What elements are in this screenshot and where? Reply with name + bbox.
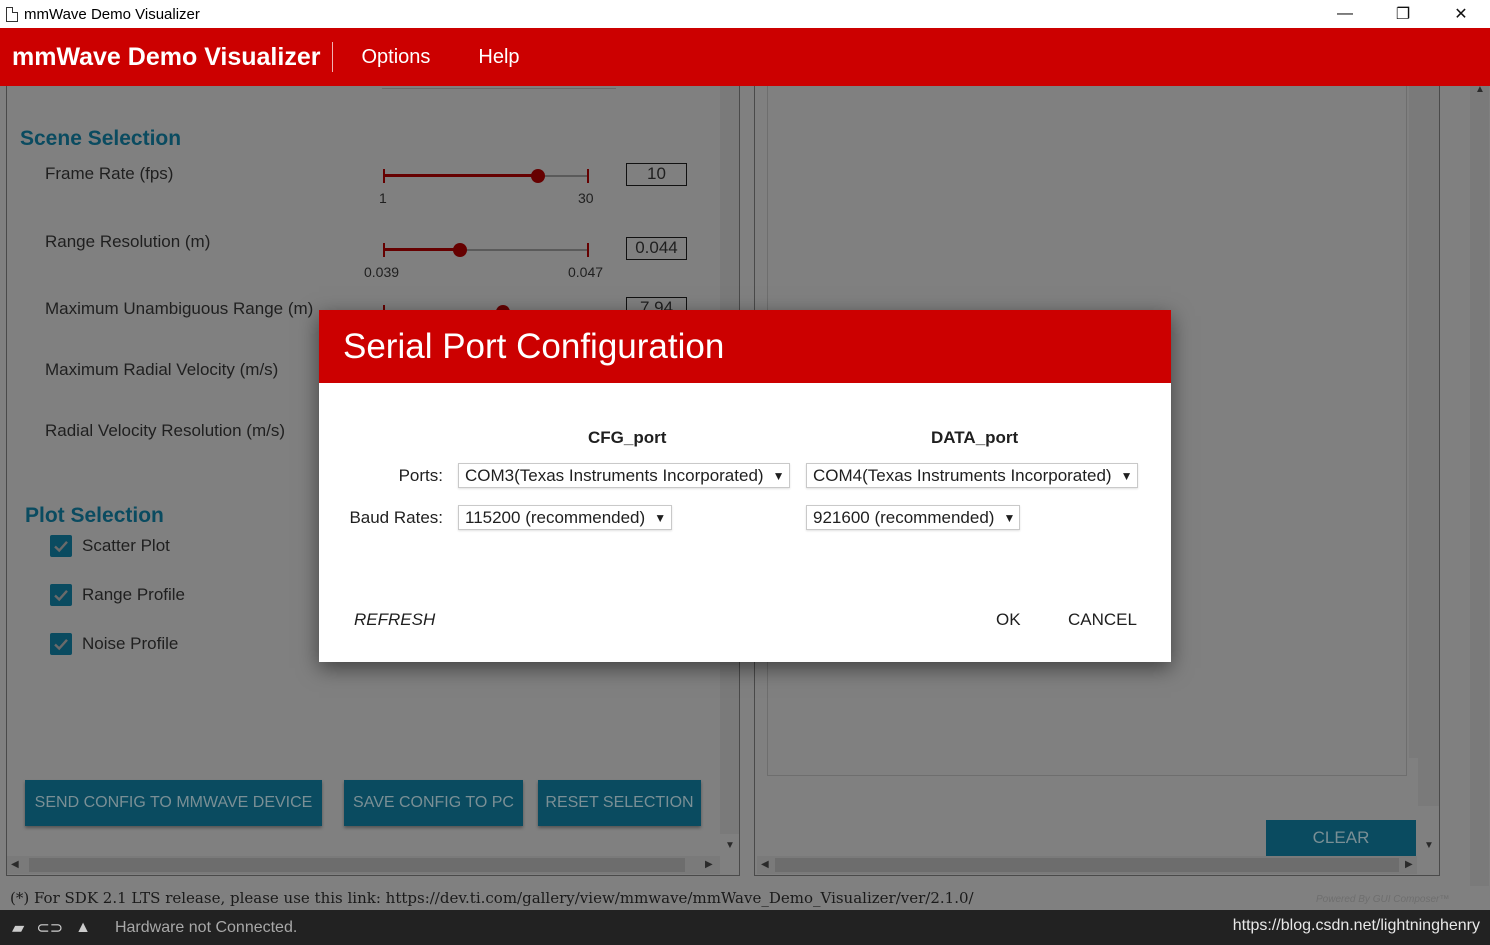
scroll-left-arrow-icon[interactable]: ◀ bbox=[11, 859, 19, 870]
clear-button[interactable]: CLEAR bbox=[1266, 820, 1416, 856]
status-bar: ▰ ⊂⊃ ▲ Hardware not Connected. https://b… bbox=[0, 910, 1490, 945]
range-profile-checkbox[interactable] bbox=[50, 584, 72, 606]
scroll-up-arrow-icon[interactable]: ▲ bbox=[1475, 84, 1485, 95]
scroll-down-arrow-icon[interactable]: ▼ bbox=[1424, 840, 1434, 851]
ok-button[interactable]: OK bbox=[996, 610, 1021, 630]
dialog-header: Serial Port Configuration bbox=[319, 310, 1171, 383]
cfg-port-select[interactable]: COM3(Texas Instruments Incorporated) ▼ bbox=[458, 463, 790, 488]
scroll-thumb[interactable] bbox=[29, 858, 685, 872]
slider-min-tick bbox=[383, 243, 385, 257]
sdk-note: (*) For SDK 2.1 LTS release, please use … bbox=[10, 889, 974, 907]
frame-rate-value[interactable]: 10 bbox=[626, 163, 687, 186]
noise-profile-checkbox[interactable] bbox=[50, 633, 72, 655]
scatter-plot-checkbox[interactable] bbox=[50, 535, 72, 557]
menu-help[interactable]: Help bbox=[478, 46, 519, 69]
noise-profile-option[interactable]: Noise Profile bbox=[50, 633, 178, 655]
range-resolution-slider[interactable] bbox=[383, 242, 589, 258]
save-config-button[interactable]: SAVE CONFIG TO PC bbox=[344, 780, 523, 826]
frame-rate-min: 1 bbox=[379, 190, 387, 206]
dropdown-arrow-icon: ▼ bbox=[1003, 510, 1016, 525]
cfg-baud-value: 115200 (recommended) bbox=[465, 507, 646, 527]
baud-rates-label: Baud Rates: bbox=[349, 508, 443, 527]
window-title: mmWave Demo Visualizer bbox=[24, 5, 200, 23]
scroll-right-arrow-icon[interactable]: ▶ bbox=[705, 859, 713, 870]
hardware-status: Hardware not Connected. bbox=[114, 918, 298, 936]
slider-min-tick bbox=[383, 169, 385, 183]
scroll-down-arrow-icon[interactable]: ▼ bbox=[725, 840, 735, 851]
slider-fill bbox=[383, 248, 461, 251]
range-profile-option[interactable]: Range Profile bbox=[50, 584, 185, 606]
cancel-button[interactable]: CANCEL bbox=[1068, 610, 1137, 630]
dropdown-arrow-icon: ▼ bbox=[772, 468, 785, 483]
data-baud-select[interactable]: 921600 (recommended) ▼ bbox=[806, 505, 1020, 530]
window-titlebar: mmWave Demo Visualizer — ❐ ✕ bbox=[0, 0, 1490, 28]
minimize-button[interactable]: — bbox=[1316, 0, 1374, 28]
range-resolution-min: 0.039 bbox=[364, 264, 400, 280]
powered-by: Powered By GUI Composer™ bbox=[1316, 894, 1450, 905]
cfg-port-header: CFG_port bbox=[588, 428, 667, 447]
eject-icon[interactable]: ▲ bbox=[75, 919, 91, 937]
scatter-plot-label: Scatter Plot bbox=[82, 536, 170, 555]
scatter-plot-option[interactable]: Scatter Plot bbox=[50, 535, 170, 557]
platform-input-remnant bbox=[382, 84, 616, 89]
serial-port-dialog: Serial Port Configuration CFG_port DATA_… bbox=[319, 310, 1171, 662]
checkmark-icon bbox=[54, 589, 68, 602]
document-icon bbox=[6, 6, 18, 22]
slider-max-tick bbox=[587, 169, 589, 183]
scroll-thumb[interactable] bbox=[775, 858, 1399, 872]
app-header: mmWave Demo Visualizer Options Help bbox=[0, 28, 1490, 86]
restore-button[interactable]: ❐ bbox=[1374, 0, 1432, 28]
data-port-header: DATA_port bbox=[931, 428, 1019, 447]
dialog-title: Serial Port Configuration bbox=[343, 326, 725, 366]
frame-rate-label: Frame Rate (fps) bbox=[45, 164, 174, 183]
window-vertical-scrollbar[interactable] bbox=[1470, 86, 1489, 886]
slider-thumb[interactable] bbox=[453, 243, 468, 257]
slider-max-tick bbox=[587, 243, 589, 257]
dropdown-arrow-icon: ▼ bbox=[1120, 468, 1133, 483]
reset-selection-button[interactable]: RESET SELECTION bbox=[538, 780, 701, 826]
window-controls: — ❐ ✕ bbox=[1316, 0, 1490, 28]
notebook-icon[interactable]: ▰ bbox=[12, 918, 24, 938]
checkmark-icon bbox=[54, 638, 68, 651]
slider-fill bbox=[383, 174, 538, 177]
header-divider bbox=[332, 42, 334, 72]
range-resolution-value[interactable]: 0.044 bbox=[626, 237, 687, 260]
cfg-baud-select[interactable]: 115200 (recommended) ▼ bbox=[458, 505, 672, 530]
dropdown-arrow-icon: ▼ bbox=[654, 510, 667, 525]
slider-thumb[interactable] bbox=[530, 169, 545, 183]
scroll-right-arrow-icon[interactable]: ▶ bbox=[1405, 859, 1413, 870]
checkmark-icon bbox=[54, 540, 68, 553]
velocity-resolution-label: Radial Velocity Resolution (m/s) bbox=[45, 421, 285, 440]
scroll-left-arrow-icon[interactable]: ◀ bbox=[761, 859, 769, 870]
refresh-button[interactable]: REFRESH bbox=[354, 610, 435, 630]
scene-selection-title: Scene Selection bbox=[20, 127, 182, 150]
max-range-label: Maximum Unambiguous Range (m) bbox=[45, 299, 314, 318]
ports-label: Ports: bbox=[398, 466, 443, 485]
plot-selection-title: Plot Selection bbox=[25, 504, 164, 527]
panel-vertical-scrollbar[interactable] bbox=[1418, 86, 1439, 806]
connection-icon[interactable]: ⊂⊃ bbox=[36, 918, 63, 938]
right-horizontal-scrollbar[interactable] bbox=[757, 856, 1417, 874]
data-port-select[interactable]: COM4(Texas Instruments Incorporated) ▼ bbox=[806, 463, 1138, 488]
menu-options[interactable]: Options bbox=[361, 46, 430, 69]
left-horizontal-scrollbar[interactable] bbox=[7, 856, 720, 874]
watermark-url: https://blog.csdn.net/lightninghenry bbox=[1232, 917, 1480, 934]
range-profile-label: Range Profile bbox=[82, 585, 186, 604]
app-title: mmWave Demo Visualizer bbox=[12, 42, 321, 71]
data-baud-value: 921600 (recommended) bbox=[813, 507, 995, 527]
cfg-port-value: COM3(Texas Instruments Incorporated) bbox=[465, 465, 764, 485]
close-button[interactable]: ✕ bbox=[1432, 0, 1490, 28]
noise-profile-label: Noise Profile bbox=[82, 634, 179, 653]
data-port-value: COM4(Texas Instruments Incorporated) bbox=[813, 465, 1112, 485]
range-resolution-label: Range Resolution (m) bbox=[45, 232, 211, 251]
range-resolution-max: 0.047 bbox=[568, 264, 604, 280]
max-velocity-label: Maximum Radial Velocity (m/s) bbox=[45, 360, 279, 379]
frame-rate-slider[interactable] bbox=[383, 168, 589, 184]
frame-rate-max: 30 bbox=[578, 190, 594, 206]
send-config-button[interactable]: SEND CONFIG TO MMWAVE DEVICE bbox=[25, 780, 322, 826]
